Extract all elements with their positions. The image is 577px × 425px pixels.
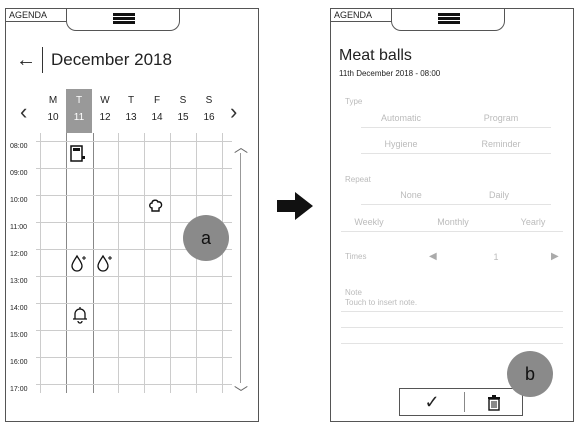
grid-col-line [118, 133, 119, 393]
repeat-option-daily[interactable]: Daily [459, 190, 539, 200]
event-title: Meat balls [339, 47, 412, 64]
hamburger-icon[interactable] [438, 13, 460, 24]
action-bar: ✓ [399, 388, 523, 416]
type-section-label: Type [345, 97, 363, 106]
hour-label: 12:00 [10, 251, 28, 258]
grid-line [36, 276, 232, 277]
day-column-sun[interactable]: S 16 [196, 89, 222, 133]
schedule-grid[interactable]: 08:00 09:00 10:00 11:00 12:00 13:00 14:0… [6, 133, 258, 413]
hour-label: 10:00 [10, 197, 28, 204]
type-option-program[interactable]: Program [461, 113, 541, 123]
repeat-option-yearly[interactable]: Yearly [503, 217, 563, 227]
back-arrow-icon[interactable]: ← [16, 49, 36, 72]
chef-hat-icon[interactable] [148, 199, 164, 218]
scrollbar[interactable] [240, 153, 241, 383]
divider [361, 127, 551, 128]
divider [361, 153, 551, 154]
day-column-mon[interactable]: M 10 [40, 89, 66, 133]
oven-program-icon[interactable] [70, 145, 86, 166]
hamburger-icon[interactable] [113, 13, 135, 24]
top-bar: AGENDA [6, 9, 258, 39]
decrease-times-icon[interactable]: ◀ [429, 251, 437, 262]
grid-line [36, 384, 232, 385]
agenda-calendar-screen: AGENDA ← December 2018 ‹ M 10 T 11 W 12 … [5, 8, 259, 422]
divider [361, 204, 551, 205]
hour-label: 08:00 [10, 143, 28, 150]
reminder-bell-icon[interactable] [72, 306, 88, 327]
grid-col-line [40, 133, 41, 393]
day-column-tue-selected[interactable]: T 11 [66, 89, 92, 133]
type-option-automatic[interactable]: Automatic [361, 113, 441, 123]
menu-notch[interactable] [66, 9, 180, 31]
note-line [341, 311, 563, 312]
event-detail-screen: AGENDA Meat balls 11th December 2018 - 0… [330, 8, 574, 422]
hour-label: 14:00 [10, 305, 28, 312]
repeat-option-weekly[interactable]: Weekly [339, 217, 399, 227]
day-column-thu[interactable]: T 13 [118, 89, 144, 133]
month-title: December 2018 [51, 50, 172, 69]
header-divider [42, 47, 43, 73]
type-option-reminder[interactable]: Reminder [461, 139, 541, 149]
scroll-up-chevron-icon[interactable]: ︿ [234, 137, 248, 157]
grid-line [36, 168, 232, 169]
touch-hand-a: a [183, 215, 229, 261]
event-datetime: 11th December 2018 - 08:00 [339, 69, 441, 78]
menu-notch[interactable] [391, 9, 505, 31]
next-week-chevron-icon[interactable]: › [230, 99, 237, 125]
grid-col-line [222, 133, 223, 393]
grid-line [36, 357, 232, 358]
day-column-sat[interactable]: S 15 [170, 89, 196, 133]
note-label: Note [345, 288, 362, 297]
grid-line [36, 330, 232, 331]
note-line [341, 343, 563, 344]
repeat-option-none[interactable]: None [371, 190, 451, 200]
hygiene-drop-icon[interactable] [70, 254, 88, 275]
repeat-section-label: Repeat [345, 175, 371, 184]
prev-week-chevron-icon[interactable]: ‹ [20, 99, 27, 125]
times-label: Times [345, 252, 367, 261]
checkmark-icon: ✓ [424, 392, 440, 412]
top-bar: AGENDA [331, 9, 573, 39]
confirm-button[interactable]: ✓ [400, 389, 464, 415]
touch-hand-b: b [507, 351, 553, 397]
increase-times-icon[interactable]: ▶ [551, 251, 559, 262]
repeat-option-monthly[interactable]: Monthly [423, 217, 483, 227]
hour-label: 16:00 [10, 359, 28, 366]
hour-label: 11:00 [10, 224, 27, 231]
grid-col-line [144, 133, 145, 393]
divider [341, 231, 563, 232]
grid-col-line [170, 133, 171, 393]
grid-line [36, 141, 232, 142]
note-input[interactable]: Touch to insert note. [345, 298, 417, 307]
type-option-hygiene[interactable]: Hygiene [361, 139, 441, 149]
hygiene-drop-icon[interactable] [96, 254, 114, 275]
grid-col-line [196, 133, 197, 393]
day-column-wed[interactable]: W 12 [92, 89, 118, 133]
delete-button[interactable] [465, 389, 522, 415]
week-header: ‹ M 10 T 11 W 12 T 13 F 14 S 15 S 16 › [6, 89, 258, 133]
hour-label: 15:00 [10, 332, 28, 339]
day-column-fri[interactable]: F 14 [144, 89, 170, 133]
note-line [341, 327, 563, 328]
month-header: ← December 2018 [16, 45, 172, 75]
transition-arrow-icon [277, 192, 313, 220]
hour-label: 13:00 [10, 278, 28, 285]
hour-label: 09:00 [10, 170, 28, 177]
scroll-down-chevron-icon[interactable]: ﹀ [234, 383, 248, 403]
trash-icon [487, 395, 500, 411]
hour-label: 17:00 [10, 386, 28, 393]
grid-line [36, 195, 232, 196]
times-value: 1 [493, 252, 499, 262]
grid-line [36, 303, 232, 304]
